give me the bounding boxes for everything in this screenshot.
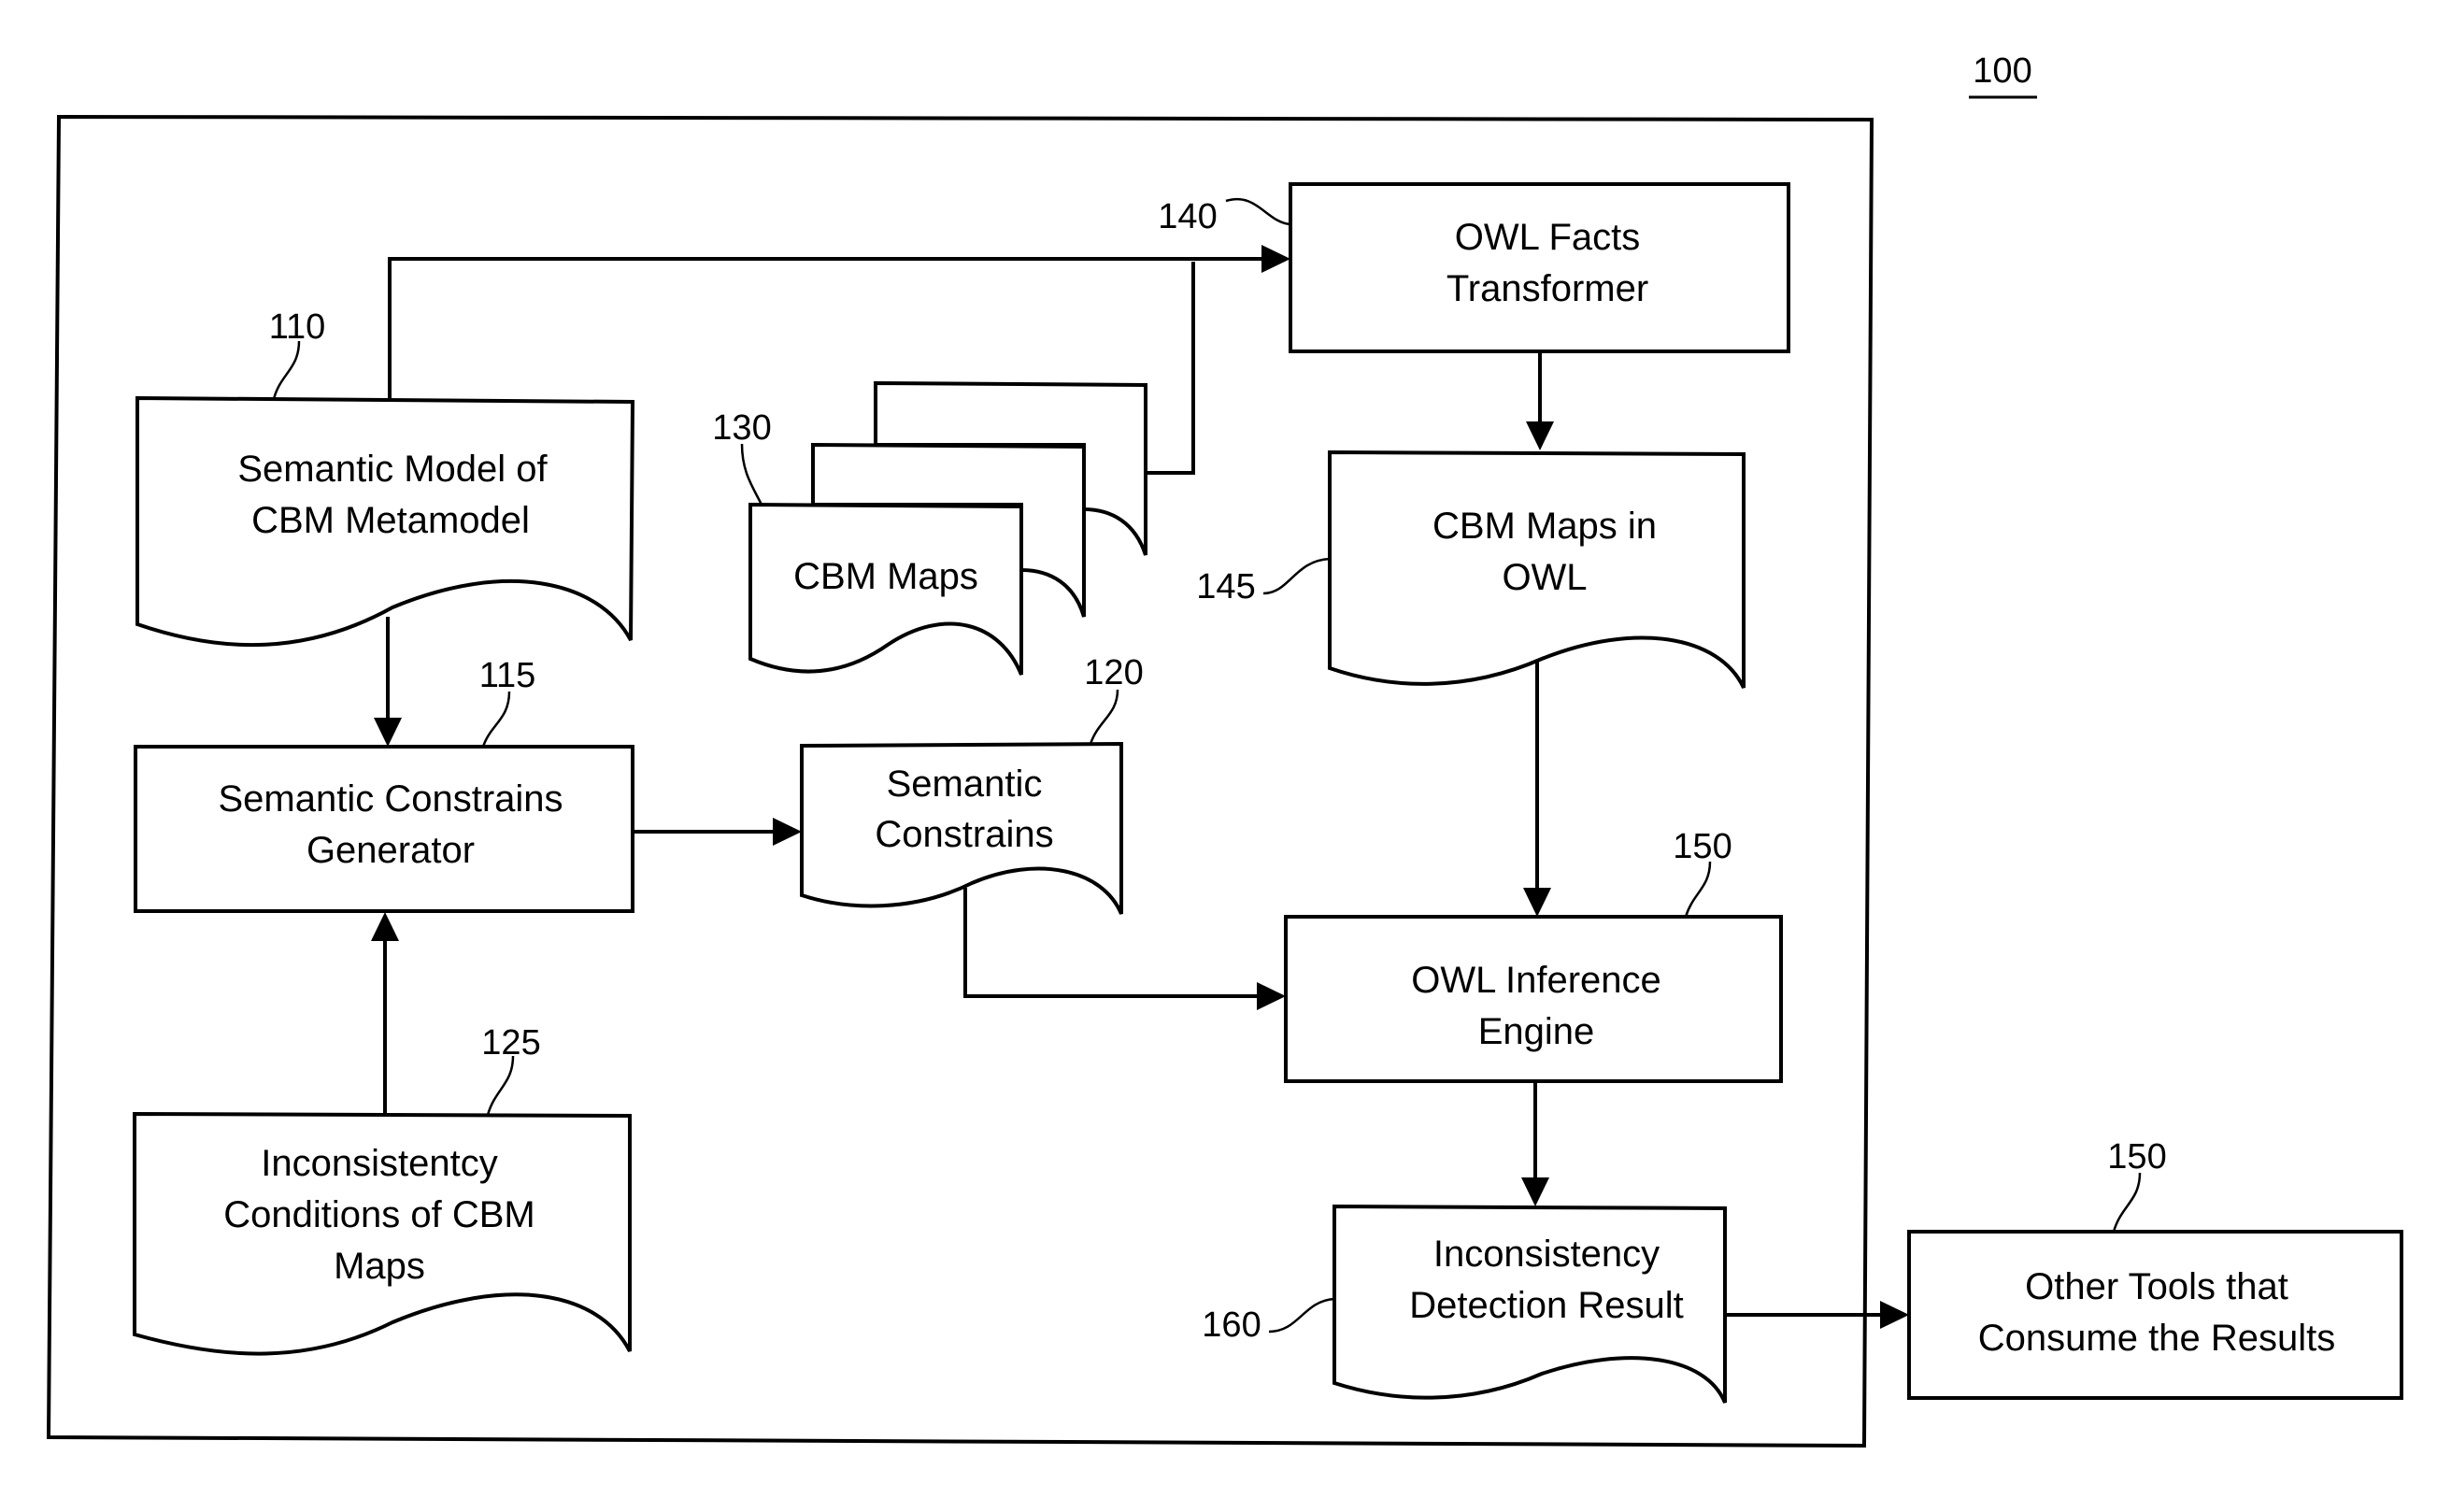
node-owl-facts-transformer[interactable]: OWL Facts Transformer (1289, 182, 1790, 353)
ref-label: 140 (1158, 197, 1217, 236)
node-label: Semantic Constrains (218, 778, 563, 820)
node-inconsistency-conditions[interactable]: Inconsistentcy Conditions of CBM Maps (133, 1111, 632, 1356)
node-label: CBM Metamodel (251, 500, 530, 541)
node-label: Engine (1478, 1011, 1595, 1052)
node-owl-inference-engine[interactable]: OWL Inference Engine (1284, 915, 1783, 1083)
arrow-head (773, 818, 802, 846)
ref-label: 160 (1202, 1305, 1261, 1345)
ref-label: 145 (1196, 567, 1255, 606)
ref-label: 150 (1673, 827, 1732, 866)
arrow-head (374, 718, 402, 747)
node-label: Other Tools that (2025, 1266, 2288, 1307)
node-cbm-maps-owl[interactable]: CBM Maps in OWL (1328, 449, 1746, 689)
ref-label: 125 (481, 1023, 540, 1063)
process-box (134, 745, 634, 913)
node-label: Generator (306, 830, 475, 871)
node-label: CBM Maps in (1432, 506, 1657, 547)
arrow-head (1880, 1301, 1909, 1329)
arrow-head (1521, 1177, 1549, 1206)
node-label: Semantic (887, 763, 1043, 805)
node-label: Inconsistency (1433, 1234, 1660, 1275)
node-label: Constrains (875, 814, 1053, 855)
node-label: OWL (1502, 557, 1587, 598)
node-constraints-generator[interactable]: Semantic Constrains Generator (134, 745, 634, 913)
edge-semantic-model-to-transformer (388, 257, 1278, 398)
node-label: Maps (334, 1246, 425, 1287)
arrow-head (1261, 245, 1290, 273)
node-label: Inconsistentcy (261, 1143, 497, 1184)
leader-line (1684, 861, 1712, 918)
ref-label: 150 (2107, 1137, 2166, 1177)
node-label: Detection Result (1409, 1285, 1683, 1326)
node-label: Semantic Model of (237, 449, 548, 490)
leader-line (1089, 689, 1119, 745)
arrow-head (1526, 421, 1554, 450)
node-semantic-constraints[interactable]: Semantic Constrains (800, 741, 1123, 915)
edge-cbm-maps-to-transformer (1146, 262, 1195, 475)
leader-line (1225, 197, 1291, 226)
node-label: OWL Inference (1411, 960, 1661, 1001)
diagram-canvas: 100 Semantic Model of CBM Metamodel 110 … (46, 51, 2403, 1448)
node-detection-result[interactable]: Inconsistency Detection Result (1333, 1204, 1727, 1404)
leader-line (2112, 1172, 2142, 1233)
figure-number: 100 (1973, 51, 2031, 91)
node-label: Transformer (1447, 268, 1648, 309)
arrow-head (371, 912, 399, 941)
ref-label: 115 (479, 656, 536, 695)
ref-label: 110 (269, 307, 326, 347)
node-label: Consume the Results (1978, 1318, 2335, 1359)
arrow-head (1523, 888, 1551, 917)
node-other-tools[interactable]: Other Tools that Consume the Results (1907, 1230, 2403, 1400)
leader-line (1262, 557, 1331, 595)
process-box (1907, 1230, 2403, 1400)
node-semantic-model[interactable]: Semantic Model of CBM Metamodel (135, 395, 635, 648)
leader-line (1268, 1297, 1335, 1334)
ref-label: 120 (1084, 653, 1143, 692)
node-cbm-maps[interactable]: CBM Maps (748, 380, 1147, 676)
leader-line (481, 691, 511, 748)
leader-line (740, 443, 763, 506)
leader-line (272, 340, 301, 400)
node-label: CBM Maps (793, 556, 978, 597)
ref-label: 130 (712, 408, 771, 448)
node-label: OWL Facts (1455, 217, 1641, 258)
leader-line (486, 1055, 515, 1116)
arrow-head (1257, 982, 1286, 1010)
node-label: Conditions of CBM (223, 1194, 534, 1235)
